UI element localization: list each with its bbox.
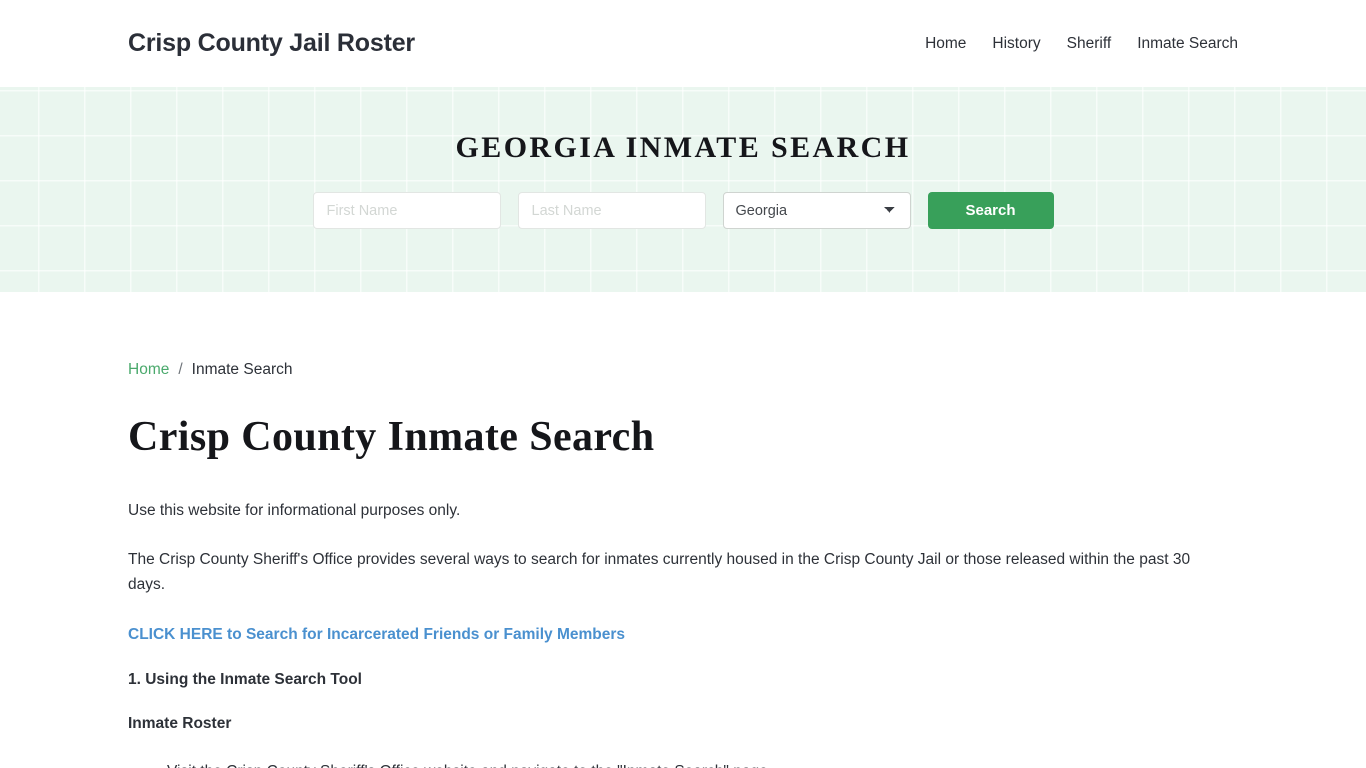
first-name-input[interactable] xyxy=(312,192,501,229)
list-item: Visit the Crisp County Sheriff's Office … xyxy=(167,759,1238,768)
sub-heading-inmate-roster: Inmate Roster xyxy=(128,715,232,733)
hero-title: GEORGIA INMATE SEARCH xyxy=(455,131,911,164)
description-paragraph: The Crisp County Sheriff's Office provid… xyxy=(128,550,1191,593)
intro-paragraph: Use this website for informational purpo… xyxy=(128,501,461,519)
inmate-search-form: Georgia Search xyxy=(312,192,1054,229)
page-title: Crisp County Inmate Search xyxy=(128,413,655,460)
main-content: Home / Inmate Search Crisp County Inmate… xyxy=(0,362,1366,768)
hero-search-banner: GEORGIA INMATE SEARCH Georgia Search xyxy=(0,87,1366,292)
nav-link-home[interactable]: Home xyxy=(925,36,966,52)
breadcrumb: Home / Inmate Search xyxy=(128,362,1238,378)
site-header: Crisp County Jail Roster Home History Sh… xyxy=(0,0,1366,87)
breadcrumb-link-home[interactable]: Home xyxy=(128,362,169,378)
instruction-list: Visit the Crisp County Sheriff's Office … xyxy=(128,759,1238,768)
nav-link-sheriff[interactable]: Sheriff xyxy=(1067,36,1112,52)
breadcrumb-current-page: Inmate Search xyxy=(191,361,293,378)
last-name-input[interactable] xyxy=(517,192,706,229)
section-heading-search-tool: 1. Using the Inmate Search Tool xyxy=(128,670,362,688)
search-friends-family-link[interactable]: CLICK HERE to Search for Incarcerated Fr… xyxy=(128,624,625,646)
site-brand-title[interactable]: Crisp County Jail Roster xyxy=(128,31,415,56)
breadcrumb-separator: / xyxy=(178,361,183,378)
nav-link-history[interactable]: History xyxy=(992,36,1040,52)
state-select[interactable]: Georgia xyxy=(722,192,911,229)
search-button[interactable]: Search xyxy=(927,192,1054,229)
nav-link-inmate-search[interactable]: Inmate Search xyxy=(1137,36,1238,52)
main-navigation: Home History Sheriff Inmate Search xyxy=(925,36,1238,52)
